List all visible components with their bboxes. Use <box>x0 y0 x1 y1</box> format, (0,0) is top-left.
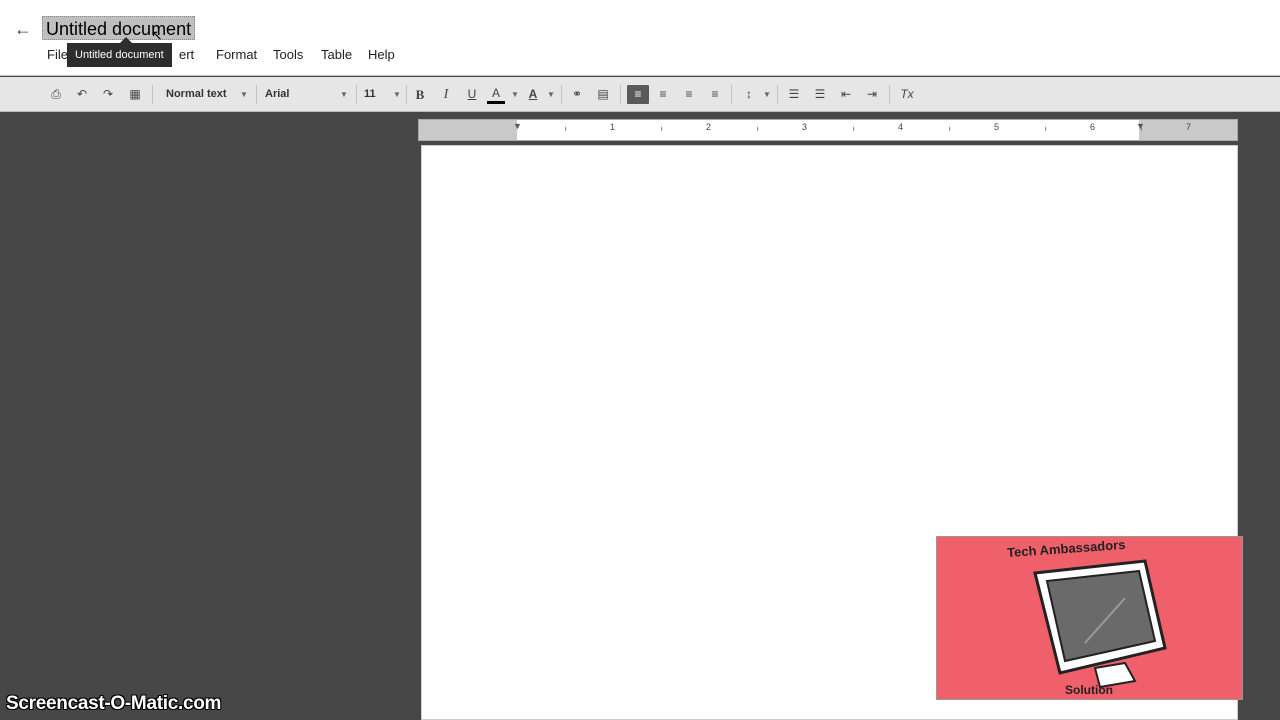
ruler-number: 1 <box>610 122 616 132</box>
ruler-tick <box>757 127 758 131</box>
separator <box>620 85 621 104</box>
logo-bottom-text: Solution <box>1065 683 1113 697</box>
ruler: ▼ ▼ 1 2 3 4 5 6 7 <box>418 119 1238 141</box>
ruler-tick <box>565 127 566 131</box>
title-tooltip: Untitled document <box>67 43 172 67</box>
separator <box>256 85 257 104</box>
link-icon[interactable]: ⚭ <box>568 85 586 104</box>
tech-ambassadors-logo: Tech Ambassadors Solution <box>936 536 1243 700</box>
chevron-down-icon: ▼ <box>393 90 401 99</box>
bold-button[interactable]: B <box>411 85 429 104</box>
italic-button[interactable]: I <box>437 85 455 104</box>
chevron-down-icon: ▼ <box>511 90 519 99</box>
ruler-tick <box>949 127 950 131</box>
bulleted-list-icon[interactable]: ☰ <box>811 85 829 104</box>
align-left-icon[interactable]: ≡ <box>627 85 649 104</box>
ruler-number: 4 <box>898 122 904 132</box>
comment-icon[interactable]: ▤ <box>594 85 612 104</box>
ruler-tick <box>853 127 854 131</box>
text-color-button[interactable]: A <box>487 85 505 104</box>
ruler-number: 5 <box>994 122 1000 132</box>
monitor-icon <box>1033 559 1167 689</box>
menu-insert[interactable]: ert <box>179 45 194 65</box>
paint-format-icon[interactable]: ▦ <box>126 85 144 104</box>
align-center-icon[interactable]: ≡ <box>654 85 672 104</box>
mouse-cursor-icon: ↖ <box>151 27 163 43</box>
underline-button[interactable]: U <box>463 85 481 104</box>
line-spacing-icon[interactable]: ↕ <box>740 85 758 104</box>
clear-formatting-button[interactable]: Tx <box>898 85 916 104</box>
chevron-down-icon: ▼ <box>340 90 348 99</box>
font-dropdown[interactable]: Arial <box>265 85 289 104</box>
menu-format[interactable]: Format <box>216 45 257 65</box>
document-title[interactable]: Untitled document <box>42 16 196 40</box>
align-right-icon[interactable]: ≡ <box>680 85 698 104</box>
align-justify-icon[interactable]: ≡ <box>706 85 724 104</box>
formatting-toolbar: ⎙ ↶ ↷ ▦ Normal text ▼ Arial ▼ 11 ▼ B I U… <box>0 77 1280 112</box>
ruler-number: 2 <box>706 122 712 132</box>
separator <box>777 85 778 104</box>
decrease-indent-icon[interactable]: ⇤ <box>837 85 855 104</box>
chevron-down-icon: ▼ <box>547 90 555 99</box>
menu-table[interactable]: Table <box>321 45 352 65</box>
chevron-down-icon: ▼ <box>763 90 771 99</box>
separator <box>889 85 890 104</box>
indent-marker-icon[interactable]: ▼ <box>513 121 522 131</box>
redo-icon[interactable]: ↷ <box>99 85 117 104</box>
separator <box>731 85 732 104</box>
print-icon[interactable]: ⎙ <box>47 85 65 104</box>
ruler-tick <box>1141 127 1142 131</box>
separator <box>561 85 562 104</box>
ruler-number: 3 <box>802 122 808 132</box>
menu-help[interactable]: Help <box>368 45 395 65</box>
font-size-dropdown[interactable]: 11 <box>364 85 376 104</box>
ruler-number: 6 <box>1090 122 1096 132</box>
separator <box>152 85 153 104</box>
ruler-number: 7 <box>1186 122 1192 132</box>
increase-indent-icon[interactable]: ⇥ <box>863 85 881 104</box>
screencast-watermark: Screencast-O-Matic.com <box>6 693 222 714</box>
menu-file[interactable]: File <box>47 45 68 65</box>
ruler-tick <box>661 127 662 131</box>
docs-header: ← Untitled document ↖ File ert Format To… <box>0 0 1280 76</box>
ruler-tick <box>1045 127 1046 131</box>
chevron-down-icon: ▼ <box>240 90 248 99</box>
separator <box>356 85 357 104</box>
numbered-list-icon[interactable]: ☰ <box>785 85 803 104</box>
style-dropdown[interactable]: Normal text <box>166 85 227 104</box>
separator <box>406 85 407 104</box>
highlight-color-button[interactable]: A <box>524 85 542 104</box>
arrow-left-icon[interactable]: ← <box>12 18 34 40</box>
menu-tools[interactable]: Tools <box>273 45 303 65</box>
undo-icon[interactable]: ↶ <box>73 85 91 104</box>
